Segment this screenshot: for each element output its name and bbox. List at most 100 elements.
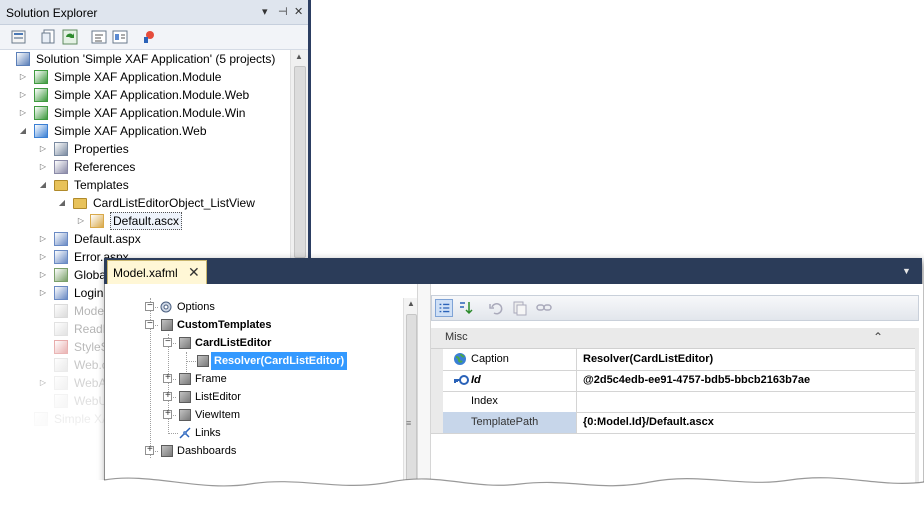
copy-icon[interactable] (511, 299, 529, 317)
alphabetical-icon[interactable] (457, 299, 475, 317)
tree-item-label: Properties (74, 142, 129, 156)
class-diagram-icon[interactable] (141, 29, 157, 45)
property-row-index[interactable]: Index (431, 391, 917, 413)
tab-close-icon[interactable]: ✕ (188, 264, 200, 281)
aspx-file-icon (54, 250, 68, 264)
scroll-up-arrow-icon[interactable]: ▲ (407, 299, 415, 308)
category-label: Misc (445, 331, 468, 343)
cube-icon (161, 319, 173, 331)
scroll-up-arrow-icon[interactable]: ▲ (295, 52, 303, 61)
tree-node-customtemplates[interactable]: − CustomTemplates (145, 316, 395, 334)
text-file-icon (54, 322, 68, 336)
globe-icon (454, 353, 466, 365)
auto-hide-pin-icon[interactable]: ⊣ (278, 5, 288, 18)
tree-item-label: CardListEditorObject_ListView (93, 196, 255, 210)
csharp-project-icon (34, 88, 48, 102)
expand-toggle[interactable]: + (163, 390, 172, 401)
tree-item[interactable]: ▷ Properties (0, 140, 290, 158)
solution-explorer-title: Solution Explorer (6, 6, 98, 20)
tree-item[interactable]: ◢ CardListEditorObject_ListView (0, 194, 290, 212)
tree-node-label: Options (177, 301, 215, 313)
expand-toggle[interactable]: + (163, 408, 172, 419)
tree-item[interactable]: ▷ Simple XAF Application.Module.Web (0, 86, 290, 104)
property-value[interactable]: @2d5c4edb-ee91-4757-bdb5-bbcb2163b7ae (583, 374, 810, 386)
tree-node-viewitem[interactable]: + ViewItem (163, 406, 395, 424)
tree-node-cardlisteditor[interactable]: − CardListEditor (163, 334, 395, 352)
categorized-icon[interactable] (435, 299, 453, 317)
win-project-icon (34, 412, 48, 426)
expand-arrow-icon[interactable]: ▷ (18, 86, 28, 104)
view-code-icon[interactable] (91, 29, 107, 45)
expand-arrow-icon[interactable]: ▷ (38, 158, 48, 176)
solution-explorer-titlebar: Solution Explorer ▾ ⊣ ✕ (0, 0, 311, 25)
tree-item[interactable]: ◢ Simple XAF Application.Web (0, 122, 290, 140)
expand-arrow-icon[interactable]: ▷ (76, 212, 86, 230)
tree-item-label: Default.ascx (110, 212, 183, 230)
tree-node-label: CustomTemplates (177, 319, 272, 331)
refresh-icon[interactable] (62, 29, 78, 45)
link-icon[interactable] (535, 299, 553, 317)
tab-model-xafml[interactable]: Model.xafml ✕ (107, 260, 207, 285)
expand-arrow-icon[interactable]: ▷ (38, 266, 48, 284)
collapse-arrow-icon[interactable]: ◢ (18, 122, 28, 140)
folder-icon (54, 180, 68, 191)
property-value[interactable]: Resolver(CardListEditor) (583, 353, 713, 365)
tab-label: Model.xafml (113, 266, 178, 280)
property-row-templatepath[interactable]: TemplatePath {0:Model.Id}/Default.ascx (431, 412, 917, 434)
collapse-toggle[interactable]: − (145, 318, 154, 329)
solution-explorer-toolbar (0, 25, 311, 50)
tree-item[interactable]: ▷ References (0, 158, 290, 176)
expand-arrow-icon[interactable]: ▷ (38, 230, 48, 248)
expand-arrow-icon[interactable]: ▷ (18, 104, 28, 122)
tree-item[interactable]: ▷ Default.aspx (0, 230, 290, 248)
collapse-category-icon[interactable]: ⌃ (873, 330, 883, 344)
property-name-cell: Caption (443, 349, 577, 370)
tree-item-label: Default.aspx (74, 232, 141, 246)
show-all-files-icon[interactable] (41, 29, 57, 45)
cube-icon (197, 355, 209, 367)
tree-item[interactable]: ▷ Simple XAF Application.Module.Win (0, 104, 290, 122)
expand-arrow-icon[interactable]: ▷ (38, 284, 48, 302)
tree-node-label: CardListEditor (195, 337, 272, 349)
category-misc[interactable]: Misc ⌃ (431, 328, 917, 349)
view-designer-icon[interactable] (112, 29, 128, 45)
property-value[interactable]: {0:Model.Id}/Default.ascx (583, 416, 714, 428)
expand-arrow-icon[interactable]: ▷ (38, 140, 48, 158)
tree-item-label: Simple XAF Application.Module.Win (54, 106, 246, 120)
tree-item[interactable]: Solution 'Simple XAF Application' (5 pro… (0, 50, 290, 68)
tree-item-label: References (74, 160, 136, 174)
property-row-caption[interactable]: Caption Resolver(CardListEditor) (431, 349, 917, 371)
property-row-id[interactable]: Id @2d5c4edb-ee91-4757-bdb5-bbcb2163b7ae (431, 370, 917, 392)
close-icon[interactable]: ✕ (294, 5, 303, 18)
asax-file-icon (54, 268, 68, 282)
tree-node-frame[interactable]: + Frame (163, 370, 395, 388)
collapse-toggle[interactable]: − (145, 300, 154, 311)
expand-toggle[interactable]: + (163, 372, 172, 383)
csharp-project-icon (34, 70, 48, 84)
tree-item-label: Simple XAF Application.Module (54, 70, 222, 84)
window-position-icon[interactable]: ▾ (262, 5, 268, 18)
cube-icon (161, 445, 173, 457)
tree-node-options[interactable]: − Options (145, 298, 395, 316)
undo-icon[interactable] (487, 299, 505, 317)
properties-icon[interactable] (11, 29, 27, 45)
tree-item[interactable]: ▷ Simple XAF Application.Module (0, 68, 290, 86)
tree-item-label: Templates (74, 178, 129, 192)
tree-item[interactable]: ◢ Templates (0, 176, 290, 194)
expand-toggle[interactable]: + (145, 444, 154, 455)
tree-node-links[interactable]: Links (175, 424, 395, 442)
scroll-thumb[interactable] (294, 66, 306, 258)
tree-node-resolver[interactable]: Resolver(CardListEditor) (193, 352, 401, 370)
css-file-icon (54, 340, 68, 354)
tree-node-label: Frame (195, 373, 227, 385)
tree-node-listeditor[interactable]: + ListEditor (163, 388, 395, 406)
collapse-arrow-icon[interactable]: ◢ (57, 194, 67, 212)
expand-arrow-icon[interactable]: ▷ (38, 248, 48, 266)
tree-item[interactable]: ▷ Default.ascx (0, 212, 290, 230)
collapse-toggle[interactable]: − (163, 336, 172, 347)
expand-arrow-icon[interactable]: ▷ (18, 68, 28, 86)
tab-dropdown-icon[interactable]: ▼ (902, 266, 911, 276)
collapse-arrow-icon[interactable]: ◢ (38, 176, 48, 194)
expand-arrow-icon[interactable]: ▷ (38, 374, 48, 392)
property-name-cell: Index (443, 391, 577, 412)
